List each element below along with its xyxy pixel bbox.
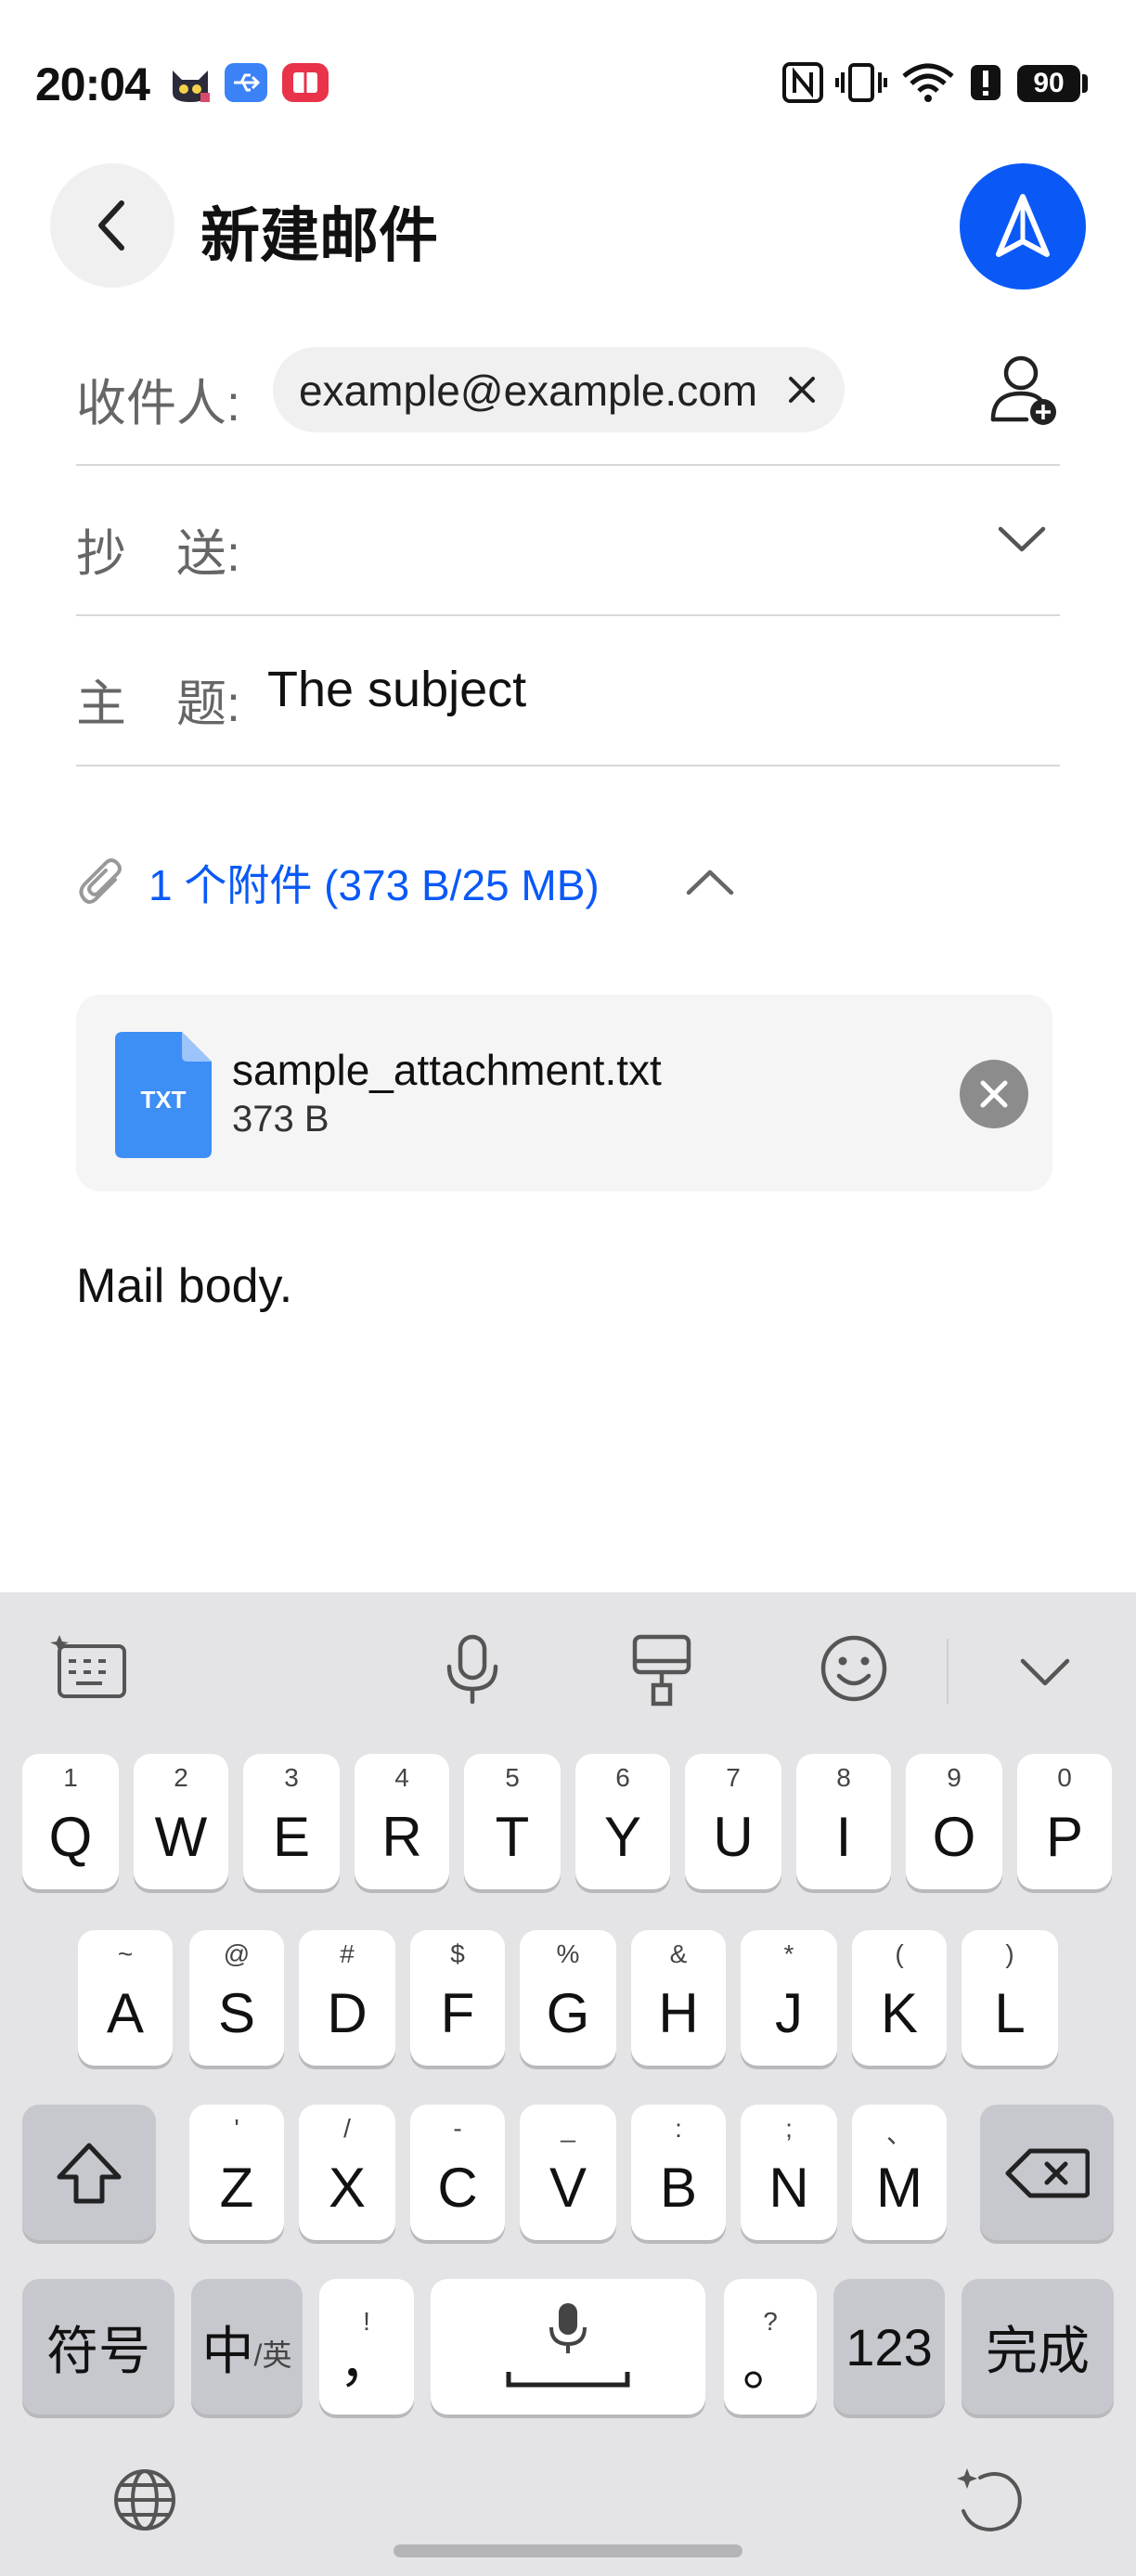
shift-key[interactable]: [22, 2105, 156, 2240]
subject-input[interactable]: The subject: [267, 661, 526, 718]
subject-label: 主 题:: [76, 676, 241, 732]
key-i[interactable]: 8I: [796, 1754, 891, 1889]
microphone-icon[interactable]: [444, 1633, 501, 1704]
attachment-summary[interactable]: 1 个附件 (373 B/25 MB): [148, 852, 600, 913]
key-j[interactable]: * J: [741, 1930, 837, 2066]
numbers-key[interactable]: 123: [833, 2279, 945, 2415]
recipient-chip-text: example@example.com: [299, 367, 758, 415]
symbols-key[interactable]: 符号: [22, 2279, 174, 2415]
keyboard-layout-icon[interactable]: [50, 1633, 130, 1704]
key-k[interactable]: (K: [852, 1930, 947, 2066]
backspace-key[interactable]: [980, 2105, 1114, 2240]
key-g[interactable]: % G: [520, 1930, 616, 2066]
cc-label: 抄 送:: [76, 526, 241, 582]
back-button[interactable]: [50, 163, 174, 288]
page-title: 新建邮件: [200, 202, 438, 269]
close-icon: [980, 1080, 1008, 1108]
usb-icon: [225, 63, 267, 102]
key-v[interactable]: _ V: [520, 2105, 616, 2240]
key-z[interactable]: ' Z: [189, 2105, 284, 2240]
attachment-card[interactable]: TXT sample_attachment.txt 373 B: [76, 995, 1052, 1191]
paperclip-icon: [79, 858, 122, 904]
file-name: sample_attachment.txt: [232, 1046, 662, 1094]
toolbar-divider: [947, 1639, 949, 1704]
ai-refresh-icon[interactable]: [954, 2463, 1028, 2537]
send-icon: [996, 194, 1050, 257]
battery-tip: [1082, 74, 1088, 93]
txt-file-icon: TXT: [115, 1032, 212, 1158]
key-s[interactable]: @ S: [189, 1930, 284, 2066]
key-b[interactable]: :B: [631, 2105, 726, 2240]
key-h[interactable]: & H: [631, 1930, 726, 2066]
key-x[interactable]: / X: [299, 2105, 395, 2240]
lang-main: 中: [201, 2321, 254, 2380]
key-n[interactable]: ; N: [741, 2105, 837, 2240]
language-switch-key[interactable]: 中/英: [191, 2279, 303, 2415]
key-d[interactable]: # D: [299, 1930, 395, 2066]
key-p[interactable]: 0P: [1017, 1754, 1112, 1889]
key-w[interactable]: 2W: [134, 1754, 228, 1889]
key-m[interactable]: 、 M: [852, 2105, 947, 2240]
alert-icon: [971, 65, 1000, 100]
add-contact-icon[interactable]: [989, 353, 1060, 427]
vibrate-icon: [835, 63, 887, 102]
key-o[interactable]: 9O: [906, 1754, 1002, 1889]
key-f[interactable]: $ F: [410, 1930, 505, 2066]
paintbrush-icon[interactable]: [631, 1633, 692, 1707]
key-y[interactable]: 6Y: [575, 1754, 670, 1889]
space-bar-icon: [506, 2372, 630, 2388]
shift-icon: [57, 2143, 122, 2204]
cat-app-icon: [173, 71, 210, 102]
divider: [76, 765, 1060, 766]
app-notification-icon: [282, 63, 329, 102]
remove-attachment-button[interactable]: [960, 1060, 1028, 1128]
key-r[interactable]: 4R: [355, 1754, 449, 1889]
backspace-icon: [1005, 2148, 1090, 2198]
keyboard: [0, 1592, 1136, 2576]
status-time: 20:04: [35, 58, 150, 110]
globe-icon[interactable]: [111, 2467, 178, 2533]
period-key[interactable]: ?。: [724, 2279, 817, 2415]
chevron-down-icon[interactable]: [997, 523, 1047, 555]
divider: [76, 614, 1060, 616]
recipient-chip[interactable]: example@example.com: [273, 347, 845, 432]
emoji-icon[interactable]: [819, 1633, 889, 1704]
mail-body-input[interactable]: Mail body.: [76, 1258, 292, 1314]
lang-sub: /英: [253, 2338, 292, 2372]
back-arrow-icon: [98, 200, 124, 251]
to-label: 收件人:: [76, 376, 241, 431]
send-button[interactable]: [960, 163, 1086, 290]
chevron-up-icon[interactable]: [685, 867, 735, 898]
key-c[interactable]: -C: [410, 2105, 505, 2240]
key-t[interactable]: 5T: [464, 1754, 561, 1889]
hide-keyboard-icon[interactable]: [1019, 1655, 1071, 1689]
key-a[interactable]: ~ A: [78, 1930, 173, 2066]
comma-key[interactable]: !，: [319, 2279, 414, 2415]
done-key[interactable]: 完成: [962, 2279, 1114, 2415]
home-indicator: [394, 2544, 742, 2557]
key-l[interactable]: ) L: [962, 1930, 1058, 2066]
divider: [76, 464, 1060, 466]
key-e[interactable]: 3E: [243, 1754, 340, 1889]
wifi-icon: [902, 63, 954, 102]
key-u[interactable]: 7U: [685, 1754, 781, 1889]
space-key[interactable]: [431, 2279, 705, 2415]
file-type-badge: TXT: [140, 1086, 186, 1114]
file-size: 373 B: [232, 1099, 329, 1140]
key-q[interactable]: 1Q: [22, 1754, 119, 1889]
nfc-icon: [782, 62, 823, 103]
voice-input-icon: [549, 2303, 587, 2353]
chip-remove-icon[interactable]: [781, 369, 822, 410]
battery-icon: 90: [1017, 65, 1080, 102]
